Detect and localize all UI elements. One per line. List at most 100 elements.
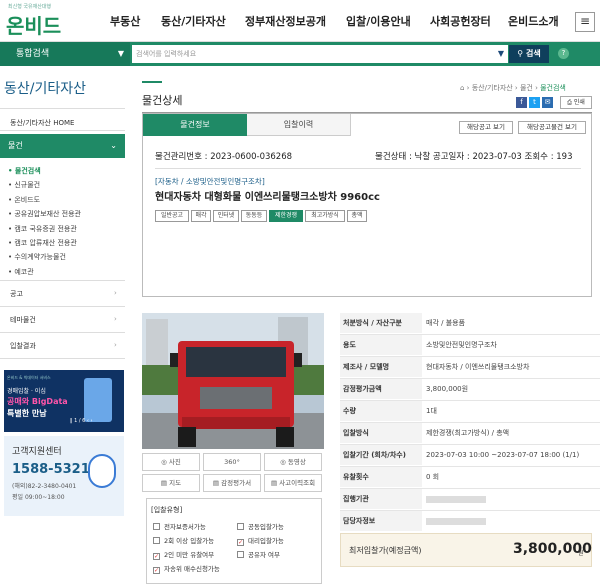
sidebar-title: 동산/기타자산: [4, 81, 86, 97]
twitter-icon[interactable]: t: [529, 97, 540, 108]
detail-label: 제조사 / 모델명: [340, 357, 422, 377]
detail-table: 처분방식 / 자산구분 매각 / 불용품 용도 소방및안전및인명구조차 제조사 …: [340, 313, 600, 531]
main-content: 물건상세 ⌂ › 동산/기타자산 › 물건 › 물건검색 f t ✉ ⎙ 인쇄 …: [142, 66, 600, 584]
sidebar-home-link[interactable]: 동산/기타자산 HOME: [10, 118, 74, 128]
tag: 인터넷: [213, 210, 239, 222]
detail-value: 현대자동차 / 이엔쓰리물탱크소방차: [426, 363, 530, 371]
fire-truck-photo-icon: [142, 313, 324, 449]
dropdown-arrow-icon[interactable]: ▼: [498, 45, 504, 63]
min-bid-label: 최저입찰가(예정금액): [349, 546, 422, 555]
detail-label: 감정평가금액: [340, 379, 422, 399]
sidebar-sub-seized[interactable]: • 캠코 압류재산 전용관: [8, 236, 81, 250]
page-title: 물건상세: [142, 94, 183, 107]
gnb-gov-info[interactable]: 정부재산정보공개: [245, 13, 326, 29]
tag: 총액: [347, 210, 367, 222]
divider: [0, 306, 125, 307]
sidebar-sub-securities[interactable]: • 캠코 국유증권 전용관: [8, 222, 81, 236]
map-button[interactable]: ▤ 지도: [142, 474, 200, 492]
search-input[interactable]: 검색어를 입력하세요 ▼: [132, 45, 508, 63]
gnb-social[interactable]: 사회공헌장터: [430, 13, 491, 29]
sidebar-item-item[interactable]: 물건 ⌄: [0, 134, 125, 158]
detail-value: 0 회: [426, 473, 440, 481]
photo-button[interactable]: ◎ 사진: [142, 453, 200, 471]
bid-type-checkbox[interactable]: ✓ 자송위 매수신청가능: [153, 563, 220, 574]
detail-value: 1대: [426, 407, 437, 415]
sidebar-sub-search[interactable]: • 물건검색: [8, 164, 81, 178]
appraisal-button[interactable]: ▤ 감정평가서: [203, 474, 261, 492]
accident-history-button[interactable]: ▤ 사고이력조회: [264, 474, 322, 492]
item-status: 물건상태 : 낙찰 공고일자 : 2023-07-03 조회수 : 193: [375, 152, 573, 162]
tab-bid-history[interactable]: 입찰이력: [247, 114, 351, 136]
crumb-item[interactable]: 물건: [520, 84, 533, 92]
bid-type-checkbox[interactable]: ✓ 대리입찰가능: [237, 535, 284, 546]
detail-value-redacted: [426, 489, 486, 509]
print-button[interactable]: ⎙ 인쇄: [560, 96, 592, 109]
gnb-realestate[interactable]: 부동산: [110, 13, 140, 29]
sidebar-sub-public[interactable]: • 공유권압보재산 전용관: [8, 207, 81, 221]
chevron-right-icon: ›: [114, 315, 117, 323]
view-notice-items-button[interactable]: 해당공고물건 보기: [518, 121, 586, 134]
divider: [0, 108, 125, 109]
redacted-block: [426, 517, 486, 525]
detail-value: 소방및안전및인명구조차: [426, 341, 497, 349]
phone-illustration-icon: [84, 378, 112, 422]
sidebar-item-notice[interactable]: 공고 ›: [10, 289, 117, 299]
bid-type-checkbox[interactable]: 공유자 여부: [237, 549, 280, 559]
detail-label: 입찰기간 (회차/차수): [340, 445, 422, 465]
email-icon[interactable]: ✉: [542, 97, 553, 108]
redacted-block: [426, 495, 486, 503]
chevron-right-icon: ›: [114, 341, 117, 349]
center-phone[interactable]: 1588-5321: [12, 462, 90, 477]
sidebar-sub-private[interactable]: • 수의계약가능물건: [8, 250, 81, 264]
divider: [0, 332, 125, 333]
tag: 일반공고: [155, 210, 189, 222]
sidebar-sub-eco[interactable]: • 예코관: [8, 265, 81, 279]
logo-subtitle: 최신형 국유재산대행: [8, 4, 51, 10]
gnb-movable[interactable]: 동산/기타자산: [161, 13, 226, 29]
item-info-box: 물건정보 입찰이력 해당공고 보기 해당공고물건 보기 물건관리번호 : 202…: [142, 113, 592, 297]
sidebar-item-result[interactable]: 입찰결과 ›: [10, 341, 117, 351]
facebook-icon[interactable]: f: [516, 97, 527, 108]
detail-value: 3,800,000원: [426, 385, 469, 393]
tag: 최고가방식: [305, 210, 345, 222]
onbid-logo[interactable]: 최신형 국유재산대행 온비드: [6, 3, 70, 38]
bigdata-banner[interactable]: 온비드 & 빅데이터 서비스 경매입찰 · 이심 공매와 BigData 특별한…: [4, 370, 124, 432]
view-360-button[interactable]: 360°: [203, 453, 261, 471]
hamburger-menu-icon[interactable]: ≡: [575, 12, 595, 32]
bid-type-checkbox[interactable]: 전자보증서가능: [153, 521, 206, 531]
detail-label: 수량: [340, 401, 422, 421]
sidebar-sub-new[interactable]: • 신규물건: [8, 178, 81, 192]
divider: [0, 358, 125, 359]
help-icon[interactable]: ?: [558, 48, 569, 59]
sidebar-sub-onbid[interactable]: • 온비드도: [8, 193, 81, 207]
search-button-label: 검색: [525, 49, 541, 58]
crumb-movable[interactable]: 동산/기타자산: [472, 84, 513, 92]
bid-type-checkbox[interactable]: 2회 이상 입찰가능: [153, 535, 214, 545]
detail-value: 제한경쟁(최고가방식) / 총액: [426, 429, 510, 437]
tag: 매각: [191, 210, 211, 222]
detail-value: 2023-07-03 10:00 ~2023-07-07 18:00 (1/1): [426, 451, 580, 459]
min-bid-price-box: 최저입찰가(예정금액) 3,800,000 원: [340, 533, 592, 567]
center-hours: 평일 09:00~18:00: [12, 494, 65, 501]
center-title: 고객지원센터: [12, 447, 62, 457]
title-accent: [142, 81, 162, 83]
home-icon[interactable]: ⌂: [460, 84, 464, 92]
camera-icon: ◎: [161, 458, 167, 466]
search-category-select[interactable]: 통합검색 ▼: [0, 42, 130, 66]
view-notice-button[interactable]: 해당공고 보기: [459, 121, 513, 134]
bid-type-checkbox[interactable]: ✓ 2인 미만 유찰여부: [153, 549, 214, 560]
print-icon: ⎙: [567, 99, 572, 106]
bid-type-checkbox[interactable]: 공동입찰가능: [237, 521, 284, 531]
search-button[interactable]: ⚲ 검색: [509, 45, 549, 63]
item-photo[interactable]: [142, 313, 324, 449]
document-icon: ▤: [270, 479, 278, 487]
gnb-about[interactable]: 온비드소개: [508, 13, 559, 29]
detail-label: 유찰횟수: [340, 467, 422, 487]
gnb-bid-guide[interactable]: 입찰/이용안내: [346, 13, 411, 29]
video-button[interactable]: ◎ 동영상: [264, 453, 322, 471]
sidebar-item-theme[interactable]: 테마물건 ›: [10, 315, 117, 325]
banner-pager[interactable]: ‖ 1 / 6 ‹ ›: [70, 418, 102, 430]
document-icon: ▤: [212, 479, 220, 487]
logo-text: 온비드: [6, 14, 62, 38]
tab-item-info[interactable]: 물건정보: [143, 114, 247, 136]
